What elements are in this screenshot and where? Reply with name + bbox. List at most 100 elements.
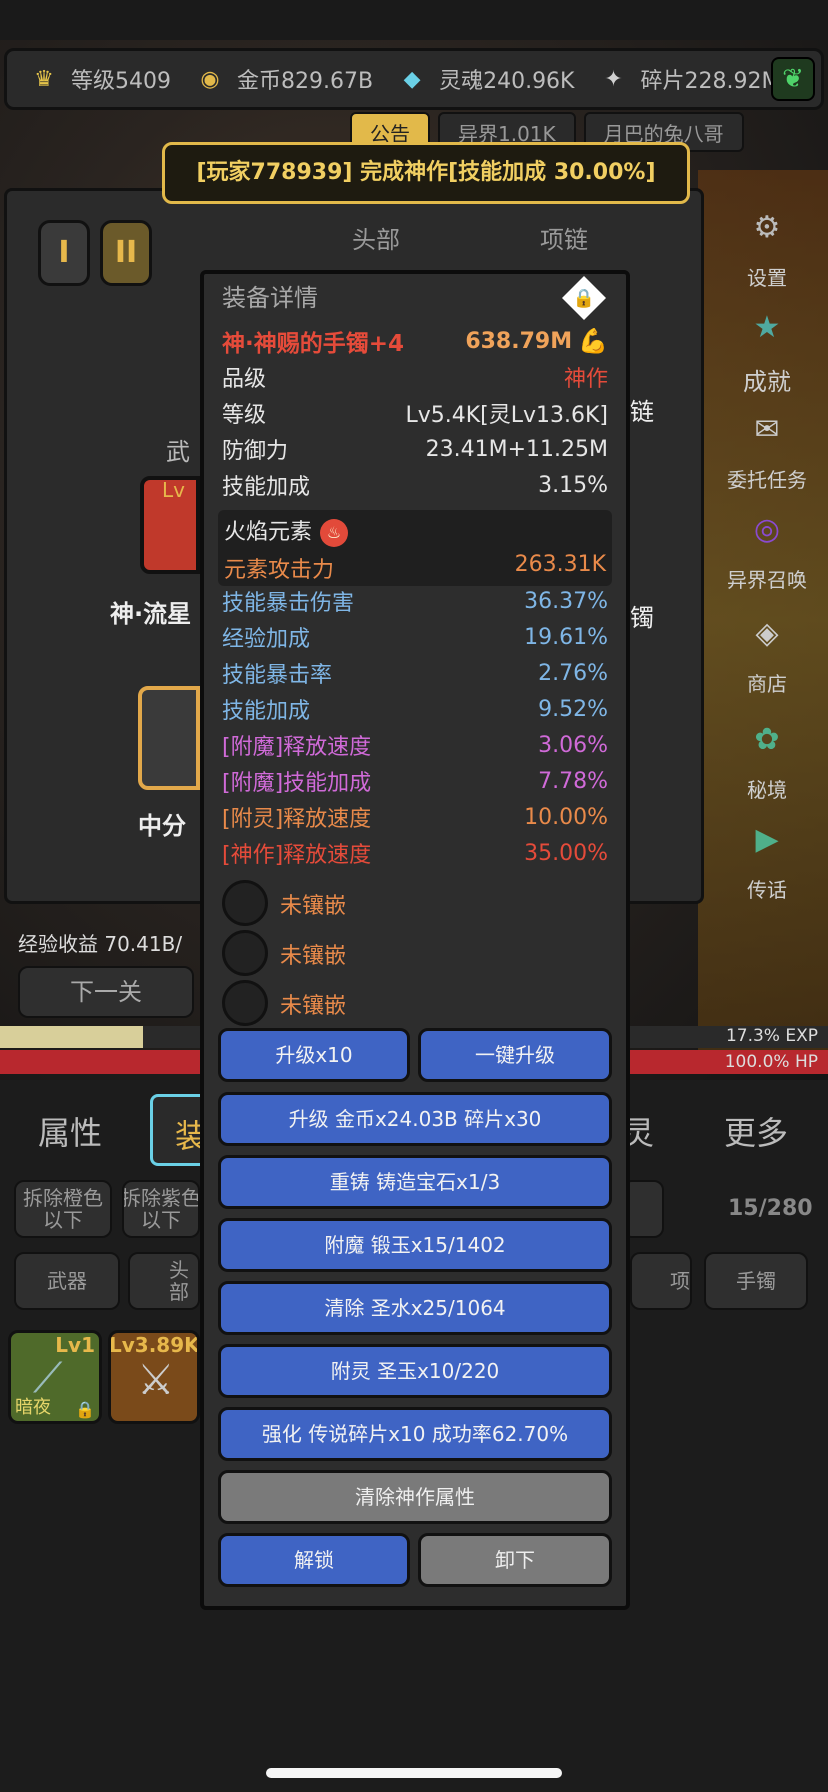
modal-title: 装备详情 xyxy=(222,284,318,312)
weapon-level: Lv xyxy=(162,478,185,502)
fire-icon: ♨ xyxy=(320,519,349,547)
leaf-icon[interactable]: ❦ xyxy=(771,57,815,101)
side-menu-achievements[interactable]: ★ 成就 xyxy=(710,300,824,397)
affix-label: [附魔]释放速度 xyxy=(222,735,372,760)
affix-value: 36.37% xyxy=(524,588,608,614)
exp-bar-fill xyxy=(0,1026,144,1048)
weapon-prefix: 武 xyxy=(166,438,190,466)
side-menu-commission[interactable]: ✉ 委托任务 xyxy=(710,402,824,493)
affix-value: 9.52% xyxy=(538,696,608,722)
soul-icon: ◆ xyxy=(403,66,421,92)
reforge-button[interactable]: 重铸 铸造宝石x1/3 xyxy=(218,1155,612,1209)
affix-row: 技能加成 9.52% xyxy=(222,694,608,725)
stat-label: 等级 xyxy=(222,403,267,428)
resource-shard-label: 碎片228.92M xyxy=(640,69,781,94)
stat-row: 防御力 23.41M+11.25M xyxy=(222,434,608,465)
secret-realm-icon: ✿ xyxy=(754,722,780,757)
category-bracelet[interactable]: 手镯 xyxy=(704,1252,808,1310)
shop-icon: ◈ xyxy=(755,616,779,651)
strengthen-button[interactable]: 强化 传说碎片x10 成功率62.70% xyxy=(218,1407,612,1461)
element-title: 火焰元素 ♨ xyxy=(224,514,349,547)
dismantle-purple-button[interactable]: 拆除紫色 以下 xyxy=(122,1180,200,1238)
affix-value: 7.78% xyxy=(538,768,608,794)
affix-value: 3.06% xyxy=(538,732,608,758)
resource-soul: ◆ 灵魂240.96K xyxy=(395,62,575,96)
side-menu-secret-realm-label: 秘境 xyxy=(747,778,787,802)
resource-shard: ✦ 碎片228.92M xyxy=(596,62,780,96)
affix-row: [附魔]释放速度 3.06% xyxy=(222,730,608,761)
affix-row: [附灵]释放速度 10.00% xyxy=(222,802,608,833)
one-click-upgrade-button[interactable]: 一键升级 xyxy=(418,1028,612,1082)
unequip-button[interactable]: 卸下 xyxy=(418,1533,612,1587)
element-box: 火焰元素 ♨ 元素攻击力 263.31K xyxy=(218,510,612,586)
side-menu-message-label: 传话 xyxy=(747,878,787,902)
stat-row: 技能加成 3.15% xyxy=(222,470,608,501)
affix-row: [附魔]技能加成 7.78% xyxy=(222,766,608,797)
side-menu-message[interactable]: ▶ 传话 xyxy=(710,812,824,903)
side-menu-summon-label: 异界召唤 xyxy=(727,568,807,592)
shard-icon: ✦ xyxy=(604,66,623,92)
set-2-button[interactable]: II xyxy=(100,220,152,286)
upgrade-x10-button[interactable]: 升级x10 xyxy=(218,1028,410,1082)
gem-socket[interactable] xyxy=(222,930,268,976)
gear-icon: ⚙ xyxy=(753,210,781,245)
side-menu-shop-label: 商店 xyxy=(747,672,787,696)
item-header: 神·神赐的手镯+4 638.79M 💪 xyxy=(222,326,608,357)
category-necklace[interactable]: 项链 xyxy=(630,1252,692,1310)
element-attack-row: 元素攻击力 263.31K xyxy=(224,552,606,584)
stat-label: 技能加成 xyxy=(222,475,311,500)
next-level-label: 下一关 xyxy=(70,978,142,1006)
side-menu-settings[interactable]: ⚙ 设置 xyxy=(710,200,824,291)
upgrade-cost-button[interactable]: 升级 金币x24.03B 碎片x30 xyxy=(218,1092,612,1146)
power-group: 638.79M 💪 xyxy=(465,327,608,355)
gem-socket[interactable] xyxy=(222,880,268,926)
resource-soul-label: 灵魂240.96K xyxy=(439,69,575,94)
stat-value: 3.15% xyxy=(538,472,608,498)
category-weapon[interactable]: 武器 xyxy=(14,1252,120,1310)
tab-more[interactable]: 更多 xyxy=(724,1108,788,1154)
enchant-button[interactable]: 附魔 锻玉x15/1402 xyxy=(218,1218,612,1272)
strength-arm-icon: 💪 xyxy=(578,327,608,355)
side-menu-shop[interactable]: ◈ 商店 xyxy=(710,606,824,697)
affix-label: [附魔]技能加成 xyxy=(222,771,372,796)
announcement-banner: [玩家778939] 完成神作[技能加成 30.00%] xyxy=(162,142,690,204)
exp-income: 经验收益 70.41B/ xyxy=(18,932,183,956)
home-indicator[interactable] xyxy=(266,1768,562,1778)
unlock-button[interactable]: 解锁 xyxy=(218,1533,410,1587)
resource-level: ♛ 等级5409 xyxy=(27,62,171,96)
stat-label: 品级 xyxy=(222,367,267,392)
category-head[interactable]: 头部 xyxy=(128,1252,200,1310)
side-menu-secret-realm[interactable]: ✿ 秘境 xyxy=(710,712,824,803)
inventory-count: 15/280 xyxy=(728,1196,813,1221)
weapon-name: 神·流星 xyxy=(110,600,192,628)
affix-label: [神作]释放速度 xyxy=(222,843,372,868)
affix-value: 10.00% xyxy=(524,804,608,830)
next-level-button[interactable]: 下一关 xyxy=(18,966,194,1018)
lock-icon[interactable]: 🔒 xyxy=(562,276,606,320)
side-menu-summon[interactable]: ◎ 异界召唤 xyxy=(710,502,824,593)
element-attack-value: 263.31K xyxy=(514,552,606,577)
spirit-attach-button[interactable]: 附灵 圣玉x10/220 xyxy=(218,1344,612,1398)
item-card[interactable]: Lv1 ⟋ 暗夜 🔒 xyxy=(8,1330,102,1424)
item-name: 神·神赐的手镯+4 xyxy=(222,331,405,357)
side-menu-achievements-label: 成就 xyxy=(743,368,791,396)
commission-icon: ✉ xyxy=(754,412,780,447)
gem-socket[interactable] xyxy=(222,980,268,1026)
item-card[interactable]: Lv3.89K ⚔ xyxy=(108,1330,200,1424)
category-necklace-label: 项链 xyxy=(670,1269,690,1293)
dismantle-orange-button[interactable]: 拆除橙色 以下 xyxy=(14,1180,112,1238)
affix-label: 经验加成 xyxy=(222,627,311,652)
set-1-button[interactable]: I xyxy=(38,220,90,286)
resource-gold: ◉ 金币829.67B xyxy=(193,62,373,96)
affix-row: [神作]释放速度 35.00% xyxy=(222,838,608,869)
affix-value: 2.76% xyxy=(538,660,608,686)
socket-label: 未镶嵌 xyxy=(280,944,347,969)
middle-slot[interactable] xyxy=(138,686,200,790)
affix-label: [附灵]释放速度 xyxy=(222,807,372,832)
stat-row: 等级 Lv5.4K[灵Lv13.6K] xyxy=(222,398,608,428)
clear-masterwork-button[interactable]: 清除神作属性 xyxy=(218,1470,612,1524)
purge-button[interactable]: 清除 圣水x25/1064 xyxy=(218,1281,612,1335)
affix-value: 35.00% xyxy=(524,840,608,866)
tab-attributes[interactable]: 属性 xyxy=(38,1108,102,1154)
slot-head-label: 头部 xyxy=(352,226,400,254)
